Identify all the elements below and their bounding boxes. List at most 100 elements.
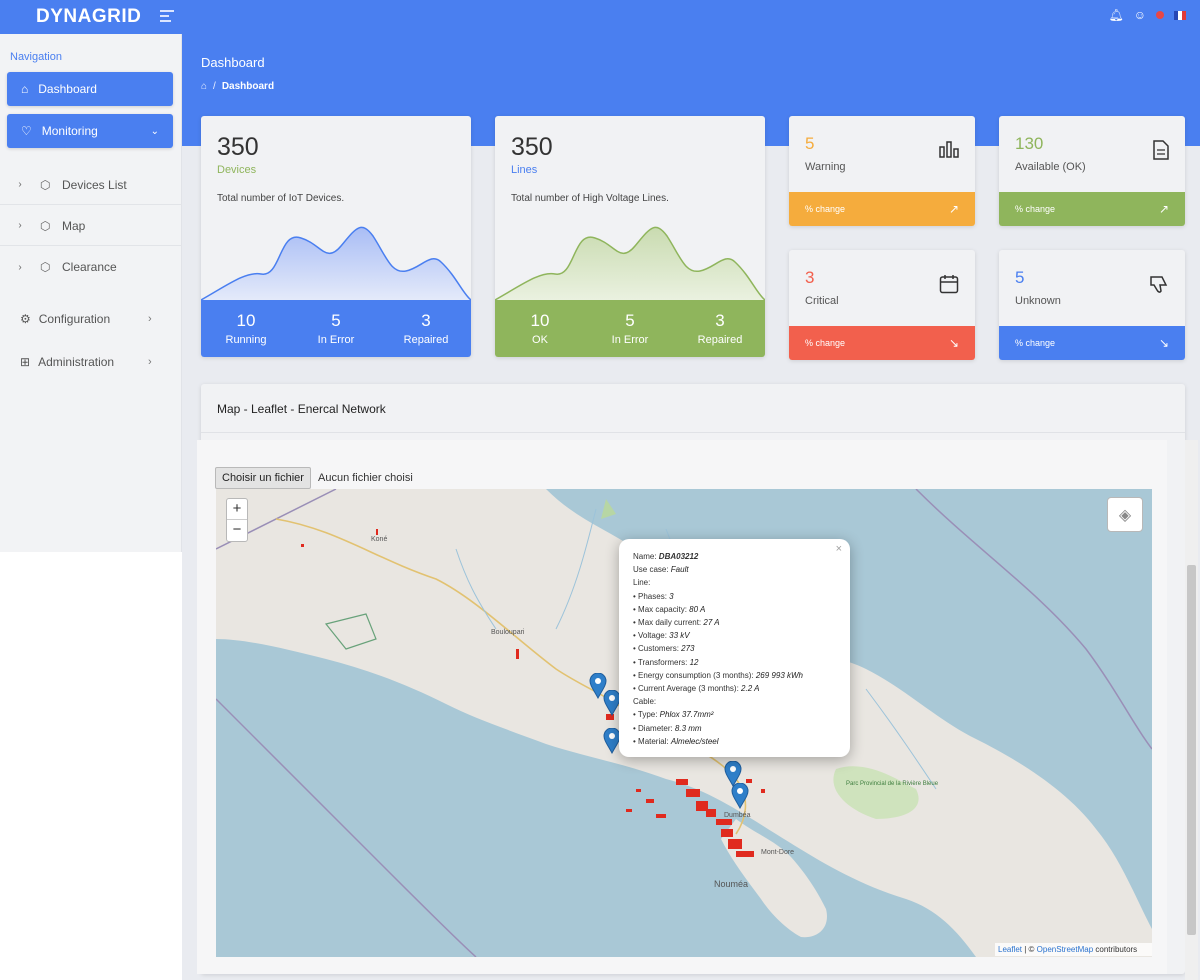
scrollbar-thumb[interactable] — [1187, 565, 1196, 935]
popup-label: • Material: — [633, 736, 671, 746]
popup-label: Name: — [633, 552, 659, 561]
sidebar-item-configuration[interactable]: ⚙ Configuration › — [0, 302, 182, 336]
breadcrumb: ⌂ / Dashboard — [201, 81, 274, 92]
stat-label: Running — [225, 334, 267, 346]
attribution-separator: | © — [1022, 945, 1037, 954]
gear-icon: ⚙ — [20, 312, 31, 326]
bar-chart-icon — [939, 140, 959, 163]
devices-stat-running[interactable]: 10 Running — [201, 300, 291, 357]
warning-change[interactable]: % change ↗ — [789, 192, 975, 226]
popup-value: Almelec/steel — [670, 736, 719, 746]
devices-label: Devices — [217, 164, 257, 176]
home-icon[interactable]: ⌂ — [201, 81, 207, 92]
openstreetmap-link[interactable]: OpenStreetMap — [1037, 945, 1093, 954]
change-label: % change — [805, 338, 846, 348]
sidebar-item-map[interactable]: › ⬡ Map — [0, 206, 182, 246]
sidebar-item-clearance[interactable]: › ⬡ Clearance — [0, 247, 182, 287]
lines-stat-ok[interactable]: 10 OK — [495, 300, 585, 357]
popup-row: • Max capacity: 80 A — [633, 603, 836, 616]
devices-count: 350 — [217, 133, 259, 161]
popup-value: 33 kV — [669, 631, 690, 641]
thumbs-down-icon — [1149, 274, 1169, 299]
zoom-control: + − — [226, 498, 248, 542]
available-count: 130 — [1015, 134, 1044, 153]
unknown-card: 5 Unknown % change ↘ — [999, 250, 1185, 360]
user-icon[interactable]: ☺ — [1134, 8, 1146, 22]
stat-label: OK — [532, 334, 548, 346]
devices-stat-error[interactable]: 5 In Error — [291, 300, 381, 357]
critical-change[interactable]: % change ↘ — [789, 326, 975, 360]
warning-count: 5 — [805, 134, 815, 153]
popup-row: • Type: Phlox 37.7mm² — [633, 708, 836, 721]
popup-value: 8.3 mm — [674, 723, 702, 733]
menu-toggle-icon[interactable] — [160, 10, 174, 22]
french-flag-icon[interactable] — [1174, 10, 1186, 20]
popup-label: • Max daily current: — [633, 618, 704, 628]
map-title: Map - Leaflet - Enercal Network — [217, 402, 386, 416]
lines-label: Lines — [511, 164, 538, 176]
bell-icon[interactable]: 🔔︎ — [1109, 8, 1124, 22]
stat-value: 5 — [625, 311, 635, 330]
trend-up-icon: ↗ — [1158, 202, 1169, 216]
sidebar-item-label: Configuration — [38, 312, 111, 326]
choose-file-button[interactable]: Choisir un fichier — [215, 467, 311, 489]
chevron-right-icon: › — [18, 220, 22, 231]
breadcrumb-separator: / — [213, 81, 216, 92]
map-popup: × Name: DBA03212 Use case: Fault Line: •… — [619, 539, 850, 757]
devices-description: Total number of IoT Devices. — [217, 193, 345, 204]
brand-logo[interactable]: DYNAGRID — [36, 6, 141, 28]
stat-label: Repaired — [697, 334, 743, 346]
popup-row: • Current Average (3 months): 2.2 A — [633, 682, 836, 695]
sidebar-item-devices-list[interactable]: › ⬡ Devices List — [0, 165, 182, 205]
lines-stat-error[interactable]: 5 In Error — [585, 300, 675, 357]
trend-down-icon: ↘ — [1158, 336, 1169, 350]
breadcrumb-current: Dashboard — [221, 81, 275, 92]
popup-label: Use case: — [633, 565, 671, 575]
scrollbar[interactable] — [1185, 440, 1198, 980]
layers-icon[interactable]: ◈ — [1107, 497, 1143, 532]
top-right-icons: 🔔︎ ☺ — [1109, 8, 1186, 22]
devices-wave-chart — [201, 226, 471, 300]
close-icon[interactable]: × — [836, 543, 842, 556]
stat-value: 10 — [530, 311, 550, 330]
devices-stat-repaired[interactable]: 3 Repaired — [381, 300, 471, 357]
popup-value: 273 — [681, 644, 695, 654]
popup-row: • Transformers: 12 — [633, 656, 836, 669]
popup-row: • Max daily current: 27 A — [633, 616, 836, 629]
sidebar-item-administration[interactable]: ⊞ Administration › — [0, 345, 182, 379]
document-icon — [1153, 140, 1169, 165]
map-place-label: Nouméa — [714, 879, 748, 889]
stat-value: 3 — [421, 311, 431, 330]
chevron-right-icon: › — [18, 179, 22, 190]
sidebar-item-dashboard[interactable]: ⌂ Dashboard — [7, 72, 173, 106]
critical-count: 3 — [805, 268, 815, 287]
stat-label: Repaired — [403, 334, 449, 346]
lines-stat-repaired[interactable]: 3 Repaired — [675, 300, 765, 357]
calendar-icon — [939, 274, 959, 299]
chevron-down-icon: ⌄ — [150, 125, 159, 137]
map-marker[interactable] — [731, 783, 749, 809]
popup-label: • Energy consumption (3 months): — [633, 670, 756, 680]
zoom-out-button[interactable]: − — [227, 520, 247, 541]
attribution-text: contributors — [1093, 945, 1138, 954]
chevron-right-icon: › — [148, 313, 152, 325]
popup-value: 2.2 A — [741, 684, 760, 694]
language-flag-icon[interactable] — [1156, 11, 1164, 19]
sidebar-item-monitoring[interactable]: ♡ Monitoring ⌄ — [7, 114, 173, 148]
popup-value: DBA03212 — [658, 552, 699, 561]
map-place-label: Dumbéa — [724, 812, 751, 819]
devices-stats: 10 Running 5 In Error 3 Repaired — [201, 300, 471, 357]
available-change[interactable]: % change ↗ — [999, 192, 1185, 226]
warning-card: 5 Warning % change ↗ — [789, 116, 975, 226]
nav-section-title: Navigation — [10, 51, 62, 63]
popup-value: 12 — [689, 657, 699, 667]
popup-value: Fault — [670, 565, 689, 575]
popup-value: 80 A — [689, 604, 706, 614]
map-place-label: Parc Provincial de la Rivière Bleue — [846, 781, 939, 787]
zoom-in-button[interactable]: + — [227, 499, 247, 520]
sidebar: Navigation ⌂ Dashboard ♡ Monitoring ⌄ › … — [0, 34, 182, 552]
unknown-change[interactable]: % change ↘ — [999, 326, 1185, 360]
popup-cable-heading: Cable: — [633, 697, 657, 707]
critical-card: 3 Critical % change ↘ — [789, 250, 975, 360]
leaflet-link[interactable]: Leaflet — [998, 945, 1022, 954]
